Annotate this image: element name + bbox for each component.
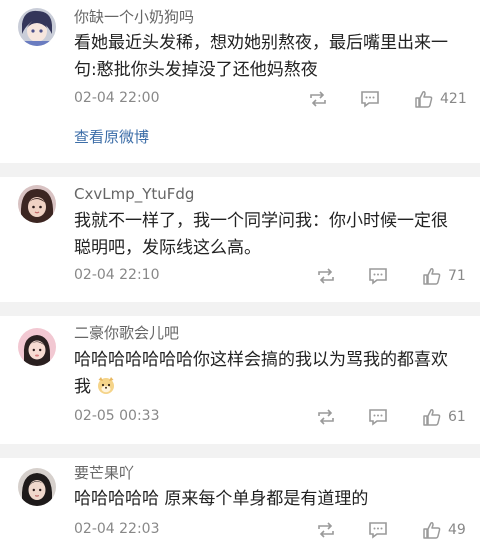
- like-count: 421: [440, 91, 467, 107]
- comment-text: 哈哈哈哈哈哈哈你这样会搞的我以为骂我的都喜欢我: [74, 347, 460, 404]
- thumbs-up-icon: [423, 522, 441, 539]
- comment-item: 你缺一个小奶狗吗 看她最近头发稀，想劝她别熬夜，最后嘴里出来一句:憨批你头发掉没…: [0, 0, 480, 163]
- comment-meta: 02-04 22:10 71: [74, 265, 466, 287]
- divider: [0, 444, 480, 458]
- comment-icon: [369, 522, 387, 539]
- divider: [0, 163, 480, 177]
- comment-item: CxvLmp_YtuFdg 我就不一样了，我一个同学问我：你小时候一定很聪明吧，…: [0, 177, 480, 302]
- timestamp: 02-04 22:00: [74, 90, 160, 106]
- comment-button[interactable]: [360, 88, 380, 110]
- like-button[interactable]: 49: [422, 519, 466, 541]
- avatar[interactable]: [18, 185, 56, 223]
- username[interactable]: 要芒果吖: [74, 464, 134, 482]
- repost-icon: [318, 409, 334, 425]
- repost-button[interactable]: [316, 265, 336, 287]
- comment-icon: [361, 91, 379, 108]
- username[interactable]: 你缺一个小奶狗吗: [74, 8, 194, 26]
- like-count: 71: [448, 268, 466, 284]
- timestamp: 02-04 22:10: [74, 267, 160, 283]
- comment-button[interactable]: [368, 265, 388, 287]
- username[interactable]: CxvLmp_YtuFdg: [74, 185, 194, 203]
- repost-icon: [310, 91, 326, 107]
- comment-text: 我就不一样了，我一个同学问我：你小时候一定很聪明吧，发际线这么高。: [74, 211, 448, 258]
- repost-button[interactable]: [308, 88, 328, 110]
- comment-button[interactable]: [368, 519, 388, 541]
- avatar[interactable]: [18, 8, 56, 46]
- comment-text: 看她最近头发稀，想劝她别熬夜，最后嘴里出来一句:憨批你头发掉没了还他妈熬夜: [74, 33, 448, 80]
- repost-button[interactable]: [316, 519, 336, 541]
- like-button[interactable]: 71: [422, 265, 466, 287]
- comment-text: 哈哈哈哈哈 原来每个单身都是有道理的: [74, 489, 369, 509]
- thumbs-up-icon: [423, 268, 441, 285]
- thumbs-up-icon: [415, 91, 433, 108]
- repost-icon: [318, 522, 334, 538]
- view-original-link[interactable]: 查看原微博: [74, 126, 149, 147]
- like-count: 61: [448, 409, 466, 425]
- comment-icon: [369, 409, 387, 426]
- dog-face-emoji: [96, 375, 116, 404]
- timestamp: 02-05 00:33: [74, 408, 160, 424]
- comment-meta: 02-05 00:33 61: [74, 406, 466, 428]
- comment-button[interactable]: [368, 406, 388, 428]
- comment-meta: 02-04 22:03 49: [74, 519, 466, 541]
- username[interactable]: 二豪你歌会儿吧: [74, 324, 179, 342]
- comment-item: 二豪你歌会儿吧 哈哈哈哈哈哈哈你这样会搞的我以为骂我的都喜欢我 02-05 00…: [0, 316, 480, 444]
- comment-text-content: 哈哈哈哈哈哈哈你这样会搞的我以为骂我的都喜欢我: [74, 350, 448, 397]
- comment-item: 要芒果吖 哈哈哈哈哈 原来每个单身都是有道理的 02-04 22:03 49: [0, 458, 480, 556]
- repost-icon: [318, 268, 334, 284]
- comment-feed: 你缺一个小奶狗吗 看她最近头发稀，想劝她别熬夜，最后嘴里出来一句:憨批你头发掉没…: [0, 0, 480, 556]
- comment-meta: 02-04 22:00 421: [74, 88, 467, 110]
- avatar[interactable]: [18, 328, 56, 366]
- comment-icon: [369, 268, 387, 285]
- like-count: 49: [448, 522, 466, 538]
- like-button[interactable]: 61: [422, 406, 466, 428]
- timestamp: 02-04 22:03: [74, 521, 160, 537]
- divider: [0, 302, 480, 316]
- avatar[interactable]: [18, 468, 56, 506]
- repost-button[interactable]: [316, 406, 336, 428]
- like-button[interactable]: 421: [414, 88, 467, 110]
- thumbs-up-icon: [423, 409, 441, 426]
